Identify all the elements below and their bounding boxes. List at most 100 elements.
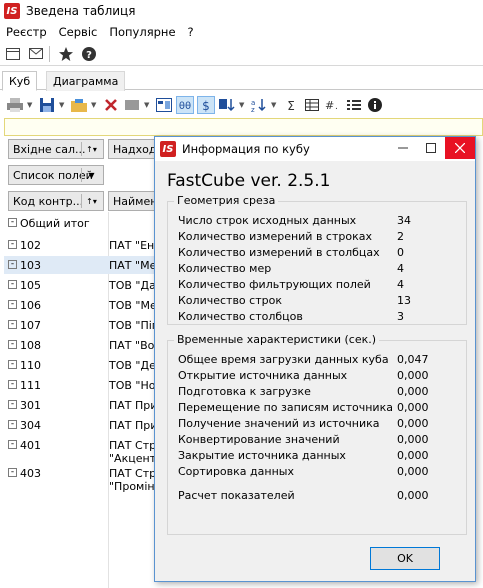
collapse-icon[interactable]: - [8,240,17,249]
open-folder-icon[interactable] [70,96,88,114]
print-icon[interactable] [6,96,24,114]
chevron-down-icon[interactable]: ▼ [81,168,101,182]
info-value: 2 [397,230,404,243]
group-label: Временные характеристики (сек.) [174,333,380,346]
collapse-icon[interactable]: - [8,320,17,329]
cube-info-dialog: IS Информация по кубу FastCube ver. 2.5.… [154,136,476,582]
table-row[interactable]: -106 ТОВ "Мед [4,296,164,314]
layout-icon[interactable] [155,96,173,114]
expand-icon[interactable]: θθ [176,96,194,114]
collapse-icon[interactable]: - [8,280,17,289]
table-row[interactable]: -107 ТОВ "Пігу [4,316,164,334]
info-row: Количество мер 4 [178,262,463,276]
number-format-icon[interactable]: #. [324,96,342,114]
svg-text:.: . [335,102,338,112]
collapse-icon[interactable]: - [8,468,17,477]
collapse-icon[interactable]: - [8,360,17,369]
collapse-icon[interactable]: - [8,420,17,429]
table-row[interactable]: -105 ТОВ "Дан [4,276,163,294]
info-icon[interactable] [366,96,384,114]
field-arrival[interactable]: Надходж [108,139,158,159]
field-list-button[interactable]: Список полей ▼ [8,165,104,185]
info-key: Расчет показателей [178,489,295,502]
save-icon[interactable] [38,96,56,114]
filter-area[interactable] [4,118,483,136]
menu-service[interactable]: Сервіс [53,25,104,39]
field-contractor-code[interactable]: Код контр... ↑▾ [8,191,104,211]
close-icon[interactable] [445,137,475,159]
menu-bar: Реєстр Сервіс Популярне ? [0,22,483,42]
table-row[interactable]: -111 ТОВ "Нос [4,376,162,394]
chevron-down-icon[interactable]: ▼ [239,101,247,109]
info-row: Число строк исходных данных 34 [178,214,463,228]
info-key: Количество фильтрующих полей [178,278,371,291]
dialog-titlebar: IS Информация по кубу [155,137,475,161]
info-value: 34 [397,214,411,227]
info-value: 0,000 [397,489,429,502]
collapse-icon[interactable]: - [8,400,17,409]
collapse-icon[interactable]: - [8,260,17,269]
chevron-down-icon[interactable]: ▼ [91,101,99,109]
dialog-logo: IS [160,141,176,157]
help-icon[interactable]: ? [79,44,99,64]
sigma-icon[interactable]: Σ [282,96,300,114]
sort-chevron-icon[interactable]: ↑▾ [81,142,101,156]
table-row[interactable]: -401 ПАТ Стра "Акцент" [4,436,163,465]
table-row[interactable]: -103 ПАТ "Мед [4,256,164,274]
collapse-icon[interactable]: - [8,440,17,449]
field-label: Надходж [113,142,157,156]
sort-chevron-icon[interactable]: ↑▾ [81,194,101,208]
info-row: Количество фильтрующих полей 4 [178,278,463,292]
list-icon[interactable] [345,96,363,114]
table-row[interactable]: -301 ПАТ Прик [4,396,164,414]
collapse-icon[interactable]: - [8,380,17,389]
field-incoming-balance[interactable]: Вхідне сал... ↑▾ [8,139,104,159]
chevron-down-icon[interactable]: ▼ [27,101,35,109]
main-titlebar: IS Зведена таблиця [0,0,483,22]
minimize-icon[interactable] [389,137,417,159]
group-label: Геометрия среза [174,194,279,207]
info-key: Сортировка данных [178,465,294,478]
sort-alpha-icon[interactable]: az [250,96,268,114]
collapse-icon[interactable]: - [8,300,17,309]
menu-registry[interactable]: Реєстр [0,25,53,39]
window-icon[interactable] [3,44,23,64]
mail-icon[interactable] [26,44,46,64]
info-key: Количество строк [178,294,282,307]
grid-icon[interactable] [303,96,321,114]
collapse-icon[interactable]: - [8,340,17,349]
chevron-down-icon[interactable]: ▼ [59,101,67,109]
chevron-down-icon[interactable]: ▼ [144,101,152,109]
field-name[interactable]: Наймену [108,191,158,211]
info-row: Получение значений из источника 0,000 [178,417,463,431]
info-row: Количество строк 13 [178,294,463,308]
chevron-down-icon[interactable]: ▼ [271,101,279,109]
table-row[interactable]: -304 ПАТ Прик [4,416,164,434]
delete-icon[interactable] [102,96,120,114]
sort-dollar-icon[interactable]: $ [197,96,215,114]
field-label: Наймену [113,194,157,208]
collapse-icon[interactable]: - [8,218,17,227]
menu-popular[interactable]: Популярне [103,25,181,39]
table-row[interactable]: -108 ПАТ "Вод [4,336,162,354]
tab-cube[interactable]: Куб [2,71,38,91]
menu-help[interactable]: ? [182,25,200,39]
separator [49,45,50,62]
grand-total-row[interactable]: - Общий итог [4,214,156,232]
table-row[interactable]: -110 ТОВ "Ден [4,356,163,374]
table-row[interactable]: -102 ПАТ "Ене [4,236,161,254]
star-icon[interactable] [56,44,76,64]
timing-group: Временные характеристики (сек.) Общее вр… [167,333,467,535]
filter-icon[interactable] [123,96,141,114]
info-row: Количество столбцов 3 [178,310,463,324]
table-row[interactable]: -403 ПАТ Стра "Промінь [4,464,163,493]
info-value: 0,000 [397,449,429,462]
info-value: 0,000 [397,433,429,446]
ok-button[interactable]: OK [370,547,440,570]
sort-numeric-icon[interactable] [218,96,236,114]
svg-text:θθ: θθ [179,101,191,111]
maximize-icon[interactable] [417,137,445,159]
row-code: 403 [20,467,41,480]
tab-diagram[interactable]: Диаграмма [46,71,126,91]
info-value: 0,047 [397,353,429,366]
